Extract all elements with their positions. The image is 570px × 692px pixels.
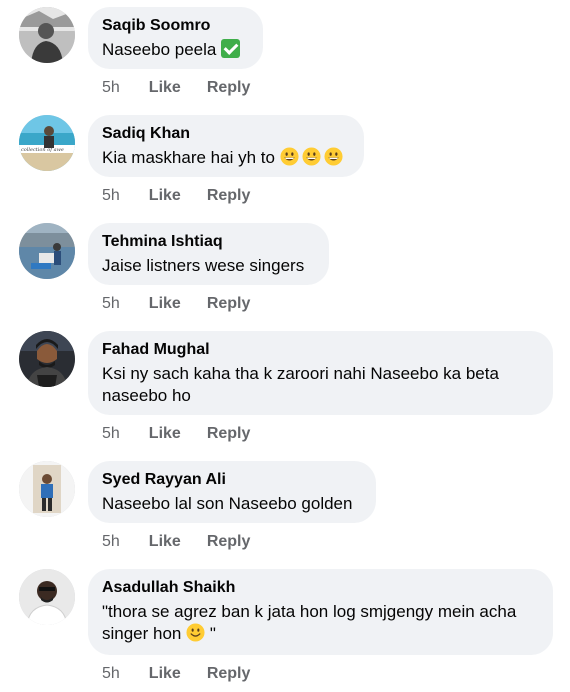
comment-text: Naseebo peela: [102, 39, 248, 61]
avatar[interactable]: collection of awe: [19, 115, 75, 171]
comment-bubble: Saqib Soomro Naseebo peela: [88, 7, 263, 69]
avatar[interactable]: [19, 223, 75, 279]
reply-button[interactable]: Reply: [207, 425, 251, 443]
reply-button[interactable]: Reply: [207, 295, 251, 313]
comment-timestamp[interactable]: 5h: [102, 295, 120, 313]
comment-text: Ksi ny sach kaha tha k zaroori nahi Nase…: [102, 364, 499, 405]
comment-text-body: Naseebo peela: [102, 40, 217, 59]
comment-bubble: Asadullah Shaikh "thora se agrez ban k j…: [88, 569, 553, 655]
avatar[interactable]: [19, 461, 75, 517]
like-button[interactable]: Like: [149, 533, 181, 551]
comment-timestamp[interactable]: 5h: [102, 533, 120, 551]
comment-thread: Saqib Soomro Naseebo peela 5h Like Reply c…: [0, 0, 570, 692]
comment-text: Kia maskhare hai yh to: [102, 147, 349, 169]
comment-timestamp[interactable]: 5h: [102, 79, 120, 97]
comment-text-body: "thora se agrez ban k jata hon log smjge…: [102, 602, 517, 643]
comment-text: "thora se agrez ban k jata hon log smjge…: [102, 601, 537, 645]
like-button[interactable]: Like: [149, 425, 181, 443]
grinning-face-icon: [280, 147, 299, 166]
comment-bubble: Tehmina Ishtiaq Jaise listners wese sing…: [88, 223, 329, 285]
comment-bubble: Sadiq Khan Kia maskhare hai yh to: [88, 115, 364, 177]
profile-photo-icon: [19, 331, 75, 387]
reply-button[interactable]: Reply: [207, 533, 251, 551]
comment-author[interactable]: Fahad Mughal: [102, 340, 538, 360]
comment-actions: 5h Like Reply: [102, 79, 250, 97]
comment-author[interactable]: Asadullah Shaikh: [102, 578, 538, 598]
comment-author[interactable]: Sadiq Khan: [102, 124, 349, 144]
comment-text: Naseebo lal son Naseebo golden: [102, 494, 353, 513]
reply-button[interactable]: Reply: [207, 79, 251, 97]
profile-photo-icon: collection of awe: [19, 115, 75, 171]
grinning-face-icon: [302, 147, 321, 166]
comment-author[interactable]: Syed Rayyan Ali: [102, 470, 361, 490]
comment-actions: 5h Like Reply: [102, 665, 250, 683]
slightly-smiling-face-icon: [186, 623, 205, 642]
comment-timestamp[interactable]: 5h: [102, 665, 120, 683]
avatar[interactable]: [19, 7, 75, 63]
profile-photo-icon: [19, 223, 75, 279]
profile-photo-icon: [19, 7, 75, 63]
comment-actions: 5h Like Reply: [102, 295, 250, 313]
comment-bubble: Syed Rayyan Ali Naseebo lal son Naseebo …: [88, 461, 376, 523]
comment-text-body: Kia maskhare hai yh to: [102, 148, 275, 167]
avatar-caption: collection of awe: [21, 147, 64, 153]
comment-author[interactable]: Tehmina Ishtiaq: [102, 232, 314, 252]
comment-text: Jaise listners wese singers: [102, 256, 305, 275]
avatar[interactable]: [19, 331, 75, 387]
like-button[interactable]: Like: [149, 295, 181, 313]
check-mark-button-icon: [221, 39, 241, 58]
comment-actions: 5h Like Reply: [102, 533, 250, 551]
like-button[interactable]: Like: [149, 187, 181, 205]
comment-actions: 5h Like Reply: [102, 187, 250, 205]
comment-timestamp[interactable]: 5h: [102, 187, 120, 205]
reply-button[interactable]: Reply: [207, 665, 251, 683]
grinning-face-icon: [324, 147, 343, 166]
profile-photo-icon: [19, 461, 75, 517]
comment-bubble: Fahad Mughal Ksi ny sach kaha tha k zaro…: [88, 331, 553, 415]
avatar[interactable]: [19, 569, 75, 625]
like-button[interactable]: Like: [149, 79, 181, 97]
reply-button[interactable]: Reply: [207, 187, 251, 205]
comment-author[interactable]: Saqib Soomro: [102, 16, 248, 36]
comment-text-tail: ": [205, 624, 216, 643]
like-button[interactable]: Like: [149, 665, 181, 683]
comment-actions: 5h Like Reply: [102, 425, 250, 443]
profile-photo-icon: [19, 569, 75, 625]
comment-timestamp[interactable]: 5h: [102, 425, 120, 443]
